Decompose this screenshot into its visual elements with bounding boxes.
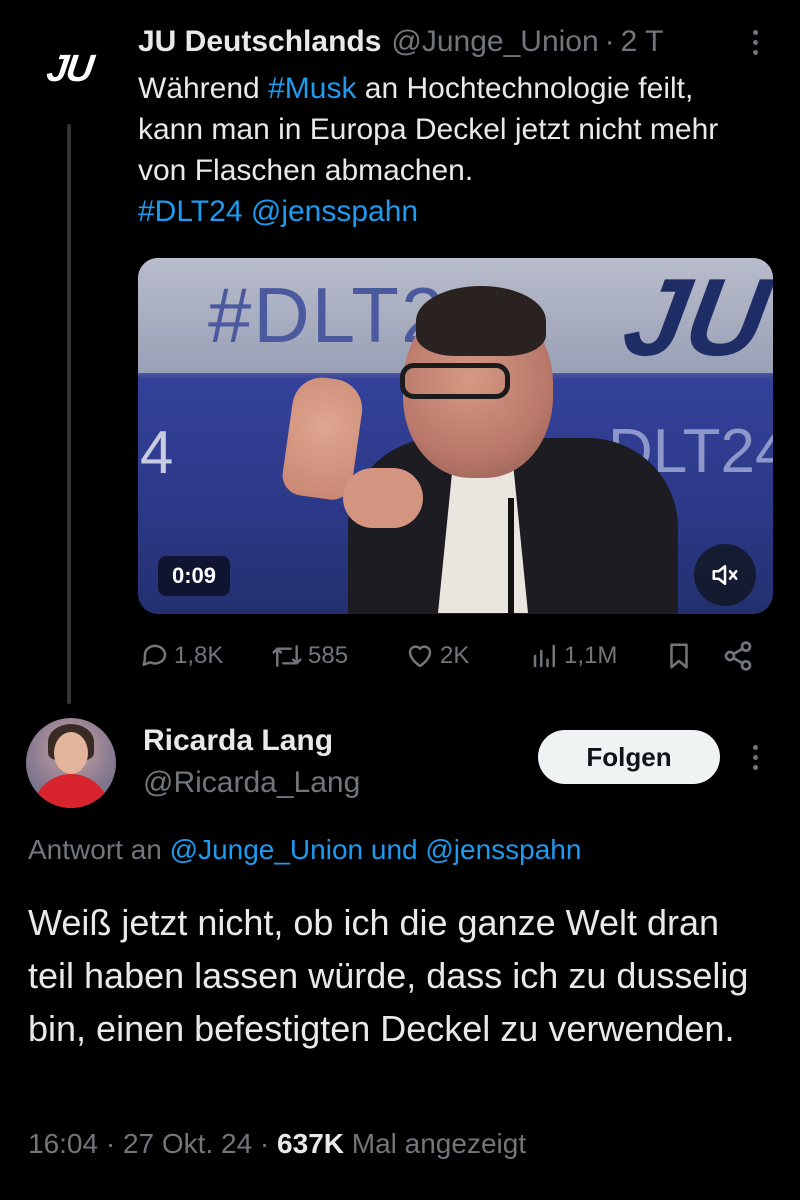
header-separator: ·	[604, 25, 615, 58]
hashtag-dlt24-link[interactable]: #DLT24	[138, 195, 243, 228]
reply-and: und	[363, 834, 426, 865]
mention-jensspahn-link[interactable]: @jensspahn	[251, 195, 418, 228]
reply-bubble-icon	[142, 644, 167, 666]
ricarda-lang-avatar[interactable]	[26, 718, 116, 808]
thread-line	[67, 124, 71, 704]
reply-time[interactable]: 16:04	[28, 1128, 98, 1159]
views-chart-icon	[533, 644, 555, 668]
parent-display-name[interactable]: JU Deutschlands	[138, 22, 381, 62]
video-backdrop-logo: JU	[615, 258, 773, 379]
text-part-1: Während	[138, 72, 269, 105]
reply-action[interactable]: 1,8K	[140, 636, 223, 676]
meta-sep-2: ·	[252, 1128, 278, 1159]
reply-handle[interactable]: @Ricarda_Lang	[143, 766, 360, 800]
reply-tweet-text: Weiß jetzt nicht, ob ich die ganze Welt …	[28, 902, 749, 1049]
reply-views-label: Mal angezeigt	[343, 1128, 527, 1159]
share-icon	[724, 641, 752, 671]
heart-icon	[408, 645, 432, 668]
share-button[interactable]	[722, 636, 754, 676]
speaker-hair	[416, 286, 546, 356]
reply-more-options-icon[interactable]	[740, 737, 770, 777]
repost-icon	[272, 645, 302, 667]
reply-date[interactable]: 27 Okt. 24	[123, 1128, 252, 1159]
like-count: 2K	[440, 642, 470, 669]
bookmark-button[interactable]	[664, 636, 694, 676]
video-duration-badge: 0:09	[158, 556, 231, 596]
reply-context: Antwort an @Junge_Union und @jensspahn	[28, 834, 581, 866]
bookmark-icon	[670, 643, 688, 669]
avatar-shirt	[32, 774, 110, 808]
follow-button[interactable]: Folgen	[538, 730, 720, 784]
mention-junge-union-link[interactable]: @Junge_Union	[170, 834, 363, 865]
avatar-face	[54, 732, 88, 774]
reply-views-count[interactable]: 637K	[277, 1128, 344, 1159]
parent-tweet-header: JU Deutschlands @Junge_Union · 2 T	[138, 22, 663, 62]
ju-avatar[interactable]: JU	[28, 28, 110, 110]
hashtag-musk-link[interactable]: #Musk	[268, 72, 356, 105]
video-mute-button[interactable]	[694, 544, 756, 606]
video-stage-text-left: 4	[140, 419, 174, 486]
meta-sep-1: ·	[98, 1128, 123, 1159]
speaker-second-hand	[343, 468, 423, 528]
microphone	[508, 498, 514, 614]
reply-display-name[interactable]: Ricarda Lang	[143, 724, 333, 758]
reply-prefix: Antwort an	[28, 834, 170, 865]
parent-timestamp[interactable]: 2 T	[621, 22, 664, 62]
speaker-muted-icon	[712, 565, 738, 585]
like-action[interactable]: 2K	[404, 636, 469, 676]
repost-action[interactable]: 585	[270, 636, 348, 676]
parent-handle[interactable]: @Junge_Union	[391, 22, 598, 62]
tweet-video[interactable]: #DLT24 JU 4 DLT24 0:09	[138, 258, 773, 614]
parent-tweet-text: Während #Musk an Hochtechnologie feilt, …	[138, 68, 738, 232]
speaker-glasses	[400, 363, 510, 399]
views-action[interactable]: 1,1M	[530, 636, 617, 676]
reply-metadata: 16:04 · 27 Okt. 24 · 637K Mal angezeigt	[28, 1128, 526, 1160]
views-count: 1,1M	[564, 642, 618, 669]
mention-jensspahn-reply-link[interactable]: @jensspahn	[425, 834, 581, 865]
parent-more-options-icon[interactable]	[740, 22, 770, 62]
reply-count: 1,8K	[174, 642, 224, 669]
ju-logo: JU	[43, 47, 95, 90]
repost-count: 585	[308, 642, 349, 669]
